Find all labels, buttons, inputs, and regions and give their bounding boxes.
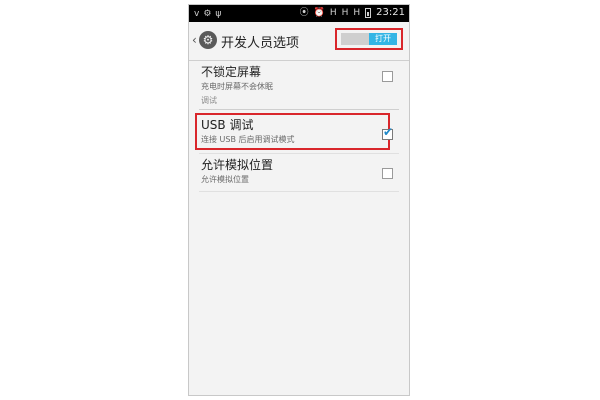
settings-gear-icon[interactable]: ⚙ xyxy=(199,31,217,49)
notification-icon: v xyxy=(194,9,200,19)
pref-stay-awake[interactable]: 不锁定屏幕 充电时屏幕不会休眠 xyxy=(201,65,399,92)
mock-location-checkbox[interactable] xyxy=(382,168,393,179)
action-bar-divider xyxy=(189,60,409,61)
pref-usb-debugging[interactable]: USB 调试 连接 USB 后启用调试模式 xyxy=(201,118,399,145)
developer-options-toggle[interactable]: 打开 xyxy=(341,33,397,45)
signal-icon: H xyxy=(329,8,337,18)
section-divider xyxy=(199,109,399,110)
status-icons-right: ⦿ ⏰ H H H 23:21 xyxy=(300,7,405,19)
section-header-debugging: 调试 xyxy=(201,96,217,105)
pref-stay-awake-title: 不锁定屏幕 xyxy=(201,65,262,79)
status-time: 23:21 xyxy=(376,7,405,18)
usb-debugging-checkbox[interactable] xyxy=(382,125,393,140)
phone-screen: v ⚙ ψ ⦿ ⏰ H H H 23:21 ‹ ⚙ 开发人员选项 打开 不锁定屏… xyxy=(188,4,410,396)
row-divider xyxy=(199,191,399,192)
action-bar: ‹ ⚙ 开发人员选项 打开 xyxy=(189,22,409,60)
pref-mock-location-title: 允许模拟位置 xyxy=(201,158,274,172)
pref-usb-debugging-summary: 连接 USB 后启用调试模式 xyxy=(201,135,295,144)
nfc-icon: ⦿ xyxy=(299,8,309,18)
page-title: 开发人员选项 xyxy=(221,36,300,51)
usb-icon: ψ xyxy=(215,9,222,19)
pref-mock-location-summary: 允许模拟位置 xyxy=(201,175,249,184)
signal-icon-3: H xyxy=(353,8,361,18)
pref-usb-debugging-title: USB 调试 xyxy=(201,118,254,132)
toggle-on-label: 打开 xyxy=(369,33,397,45)
developer-options-toggle-highlight: 打开 xyxy=(335,28,403,50)
battery-icon xyxy=(365,8,372,18)
stay-awake-checkbox[interactable] xyxy=(382,71,393,82)
row-divider xyxy=(199,153,399,154)
pref-mock-location[interactable]: 允许模拟位置 允许模拟位置 xyxy=(201,158,399,185)
status-bar: v ⚙ ψ ⦿ ⏰ H H H 23:21 xyxy=(189,5,409,22)
pref-stay-awake-summary: 充电时屏幕不会休眠 xyxy=(201,82,273,91)
signal-icon-2: H xyxy=(341,8,349,18)
app-notification-icon: ⚙ xyxy=(203,9,212,19)
status-icons-left: v ⚙ ψ xyxy=(194,8,221,20)
back-chevron-icon[interactable]: ‹ xyxy=(192,33,197,47)
alarm-icon: ⏰ xyxy=(313,8,325,18)
